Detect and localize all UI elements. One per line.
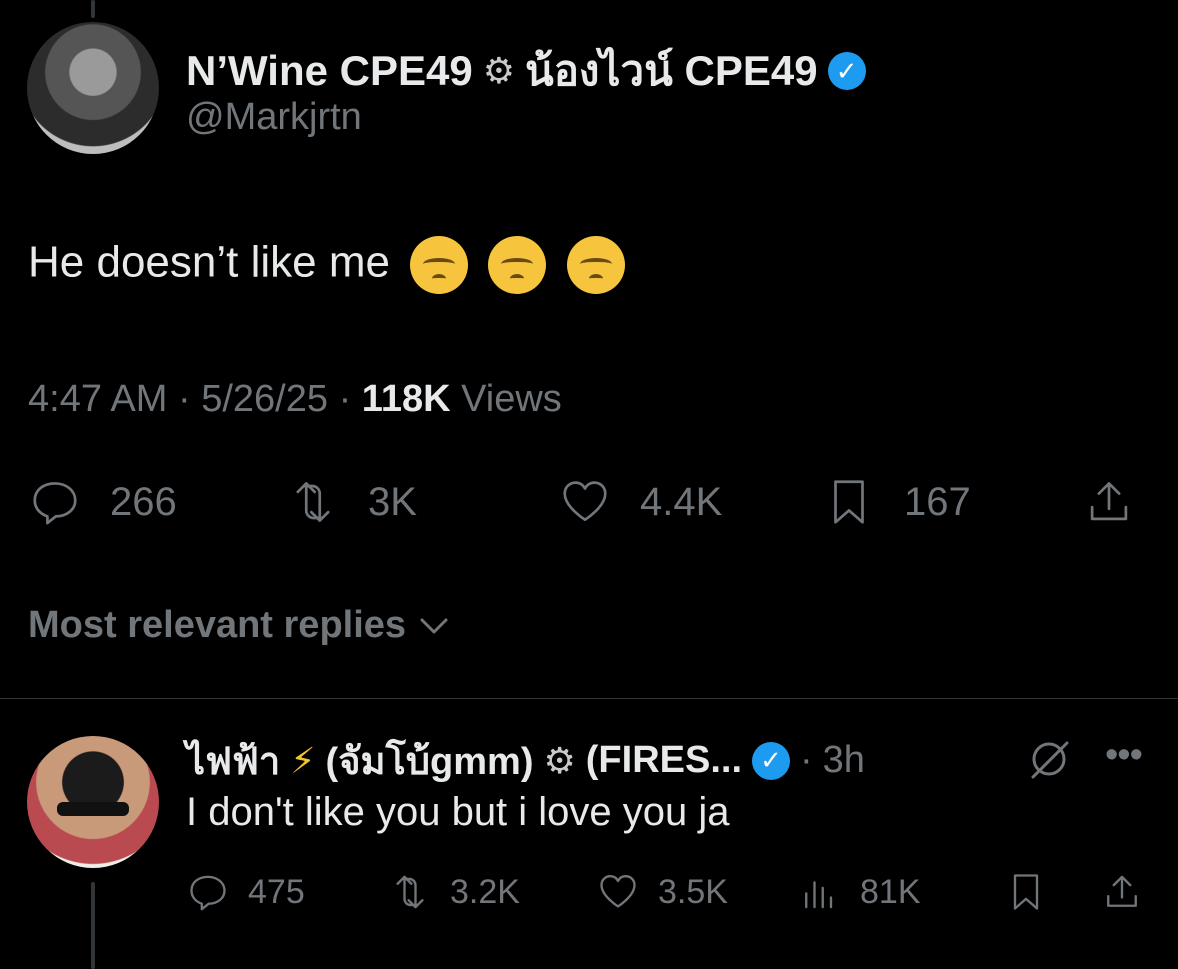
grok-icon[interactable] bbox=[1025, 735, 1073, 783]
share-button[interactable] bbox=[1082, 475, 1136, 529]
heart-icon bbox=[563, 481, 607, 522]
reply-display-name-part-2[interactable]: (จัมโบ้gmm) bbox=[326, 730, 534, 791]
more-options-icon[interactable]: ••• bbox=[1105, 734, 1143, 777]
reply-display-name-part-1[interactable]: ไฟฟ้า bbox=[186, 730, 280, 791]
repost-button[interactable]: 3K bbox=[286, 475, 417, 529]
avatar[interactable] bbox=[27, 22, 159, 154]
like-count: 4.4K bbox=[640, 479, 723, 524]
pensive-face-icon bbox=[566, 236, 625, 294]
reply-bookmark-button[interactable] bbox=[1004, 870, 1048, 914]
meta-separator: · bbox=[338, 378, 362, 420]
reply-count: 266 bbox=[110, 479, 177, 524]
reply-views-count: 81K bbox=[860, 872, 921, 911]
post-text: He doesn’t like me bbox=[28, 237, 390, 287]
bookmark-button[interactable]: 167 bbox=[822, 475, 971, 529]
reply-repost-count: 3.2K bbox=[450, 872, 520, 911]
reply-text: I don't like you but i love you ja bbox=[186, 790, 730, 834]
section-divider bbox=[0, 698, 1178, 699]
reply-action-bar: 475 3.2K 3.5K 81K bbox=[186, 870, 1146, 920]
reply-icon bbox=[33, 482, 77, 525]
reply-icon bbox=[190, 875, 226, 911]
thread-line-top bbox=[91, 0, 95, 18]
verified-badge-icon: ✓ bbox=[827, 52, 866, 90]
share-icon bbox=[1090, 482, 1128, 521]
chevron-down-icon bbox=[420, 618, 448, 633]
views-count[interactable]: 118K bbox=[362, 378, 451, 420]
gear-icon: ⚙ bbox=[543, 739, 576, 781]
reply-share-button[interactable] bbox=[1100, 870, 1144, 914]
reply-reply-button[interactable]: 475 bbox=[186, 870, 305, 914]
reply-avatar[interactable] bbox=[27, 736, 159, 868]
post-date[interactable]: 5/26/25 bbox=[201, 378, 328, 420]
pensive-face-icon bbox=[410, 236, 469, 294]
views-label: Views bbox=[461, 378, 562, 420]
verified-badge-icon: ✓ bbox=[752, 741, 791, 780]
gear-icon: ⚙ bbox=[482, 50, 515, 91]
display-name-primary[interactable]: N’Wine CPE49 bbox=[186, 47, 473, 95]
reply-display-name-part-3[interactable]: (FIRES... bbox=[586, 739, 742, 782]
author-handle[interactable]: @Markjrtn bbox=[186, 96, 362, 139]
post-meta: 4:47 AM · 5/26/25 · 118K Views bbox=[28, 378, 562, 421]
repost-count: 3K bbox=[368, 479, 417, 524]
thread-line-bottom bbox=[91, 882, 95, 969]
reply-repost-button[interactable]: 3.2K bbox=[388, 870, 520, 914]
bookmark-icon bbox=[834, 480, 864, 524]
reply-time[interactable]: 3h bbox=[823, 739, 865, 782]
reply-button[interactable]: 266 bbox=[28, 475, 177, 529]
lightning-icon: ⚡ bbox=[290, 739, 316, 781]
bookmark-count: 167 bbox=[904, 479, 971, 524]
author-name-row[interactable]: N’Wine CPE49 ⚙ น้องไวน์ CPE49 ✓ bbox=[186, 38, 866, 104]
reply-like-count: 3.5K bbox=[658, 872, 728, 911]
share-icon bbox=[1107, 875, 1137, 907]
reply-sort-dropdown[interactable]: Most relevant replies bbox=[28, 604, 452, 647]
post-text-row: He doesn’t like me bbox=[28, 236, 625, 294]
reply-sort-label: Most relevant replies bbox=[28, 604, 407, 646]
like-button[interactable]: 4.4K bbox=[558, 475, 722, 529]
reply-views-button[interactable]: 81K bbox=[798, 870, 921, 914]
pensive-face-icon bbox=[488, 236, 547, 294]
meta-separator: · bbox=[177, 378, 202, 420]
repost-icon bbox=[396, 875, 424, 909]
repost-icon bbox=[296, 482, 330, 522]
reply-reply-count: 475 bbox=[248, 872, 305, 911]
reply-time-separator: · bbox=[800, 739, 813, 781]
heart-icon bbox=[600, 875, 636, 908]
analytics-icon bbox=[805, 881, 833, 909]
post-time[interactable]: 4:47 AM bbox=[28, 378, 167, 420]
sunglasses-icon bbox=[57, 802, 129, 816]
reply-like-button[interactable]: 3.5K bbox=[596, 870, 728, 914]
reply-author-row[interactable]: ไฟฟ้า ⚡ (จัมโบ้gmm) ⚙ (FIRES... ✓ · 3h bbox=[186, 730, 865, 791]
display-name-secondary[interactable]: น้องไวน์ CPE49 bbox=[525, 38, 818, 104]
bookmark-icon bbox=[1013, 874, 1039, 910]
post-action-bar: 266 3K 4.4K 167 bbox=[28, 475, 1148, 531]
